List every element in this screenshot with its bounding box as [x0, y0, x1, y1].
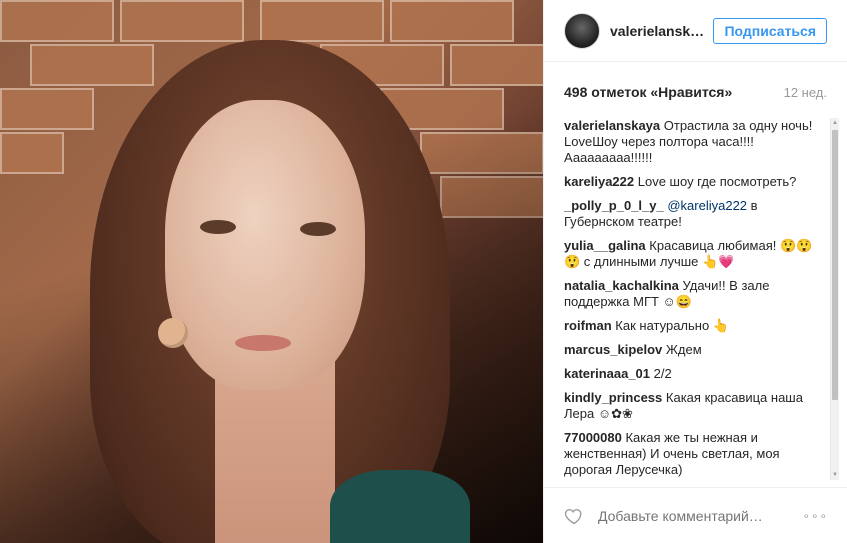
username[interactable]: valerielansk… — [610, 23, 713, 39]
add-comment-input[interactable] — [596, 506, 803, 525]
comment-username[interactable]: katerinaaa_01 — [564, 366, 650, 381]
comment-username[interactable]: _polly_p_0_l_y_ — [564, 198, 664, 213]
left-eye — [200, 220, 236, 234]
comment: roifman Как натурально 👆 — [564, 318, 826, 334]
scroll-up-arrow-icon[interactable]: ▲ — [831, 118, 839, 128]
comments-list[interactable]: valerielanskaya Отрастила за одну ночь! … — [564, 118, 826, 480]
comment: kindly_princess Какая красавица наша Лер… — [564, 390, 826, 422]
post-header: valerielansk… Подписаться — [544, 0, 847, 62]
comment-username[interactable]: roifman — [564, 318, 612, 333]
post-sidebar: valerielansk… Подписаться 498 отметок «Н… — [543, 0, 847, 543]
more-options-icon[interactable]: ∘∘∘ — [802, 509, 828, 523]
comments-scrollbar[interactable]: ▲ ▼ — [830, 118, 839, 480]
comment-username[interactable]: 77000080 — [564, 430, 622, 445]
comment-text: Love шоу где посмотреть? — [637, 174, 797, 189]
post-time[interactable]: 12 нед. — [784, 85, 827, 100]
scroll-down-arrow-icon[interactable]: ▼ — [831, 470, 839, 480]
comment: natalia_kachalkina Удачи!! В зале поддер… — [564, 278, 826, 310]
comment: kareliya222 Love шоу где посмотреть? — [564, 174, 826, 190]
comment-text: Ждем — [665, 342, 702, 357]
comment-username[interactable]: valerielanskaya — [564, 118, 660, 133]
comment: katerinaaa_01 2/2 — [564, 366, 826, 382]
comment: yulia__galina Красавица любимая! 😲😲😲 с д… — [564, 238, 826, 270]
comment-mention[interactable]: @kareliya222 — [667, 198, 747, 213]
shirt — [330, 470, 470, 543]
comment: _polly_p_0_l_y_ @kareliya222 в Губернско… — [564, 198, 826, 230]
comment-username[interactable]: kindly_princess — [564, 390, 662, 405]
lips — [235, 335, 291, 351]
comment-username[interactable]: kareliya222 — [564, 174, 634, 189]
avatar[interactable] — [564, 12, 600, 49]
comment: valerielanskaya Отрастила за одну ночь! … — [564, 118, 826, 166]
likes-count[interactable]: 498 отметок «Нравится» — [564, 84, 732, 100]
comment-username[interactable]: natalia_kachalkina — [564, 278, 679, 293]
comment-text: Как натурально 👆 — [615, 318, 730, 333]
heart-icon[interactable] — [564, 506, 584, 526]
comment-username[interactable]: marcus_kipelov — [564, 342, 662, 357]
comment-text: 2/2 — [653, 366, 672, 381]
scrollbar-thumb[interactable] — [832, 130, 838, 400]
comment: marcus_kipelov Ждем — [564, 342, 826, 358]
comment: 77000080 Какая же ты нежная и женственна… — [564, 430, 826, 478]
headset-mic — [158, 318, 188, 348]
post-view: valerielansk… Подписаться 498 отметок «Н… — [0, 0, 847, 543]
comment-footer: ∘∘∘ — [544, 487, 847, 543]
follow-button[interactable]: Подписаться — [713, 17, 827, 44]
likes-row: 498 отметок «Нравится» 12 нед. — [544, 62, 847, 122]
comment-username[interactable]: yulia__galina — [564, 238, 646, 253]
post-photo[interactable] — [0, 0, 543, 543]
right-eye — [300, 222, 336, 236]
